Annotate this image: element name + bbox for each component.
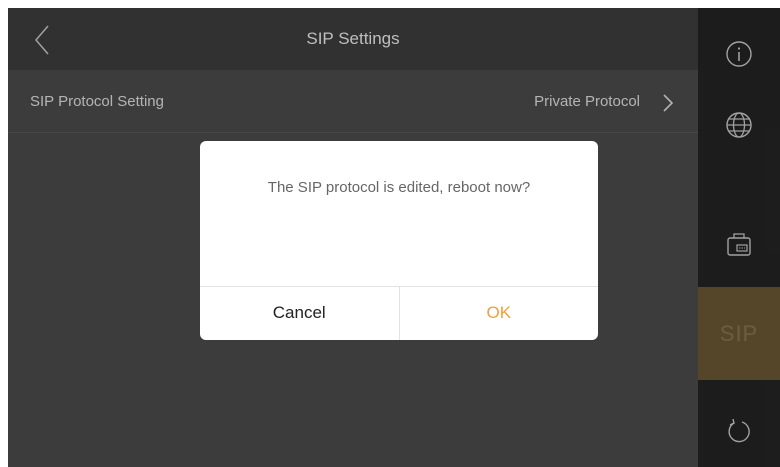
reboot-confirm-dialog: The SIP protocol is edited, reboot now? … (200, 141, 598, 340)
dialog-message: The SIP protocol is edited, reboot now? (267, 179, 531, 196)
cancel-button[interactable]: Cancel (200, 287, 400, 340)
ok-button[interactable]: OK (400, 287, 599, 340)
device-screen: SIP Settings SIP Protocol Setting Privat… (8, 8, 780, 467)
modal-overlay: The SIP protocol is edited, reboot now? … (8, 8, 780, 467)
dialog-buttons: Cancel OK (200, 286, 598, 340)
